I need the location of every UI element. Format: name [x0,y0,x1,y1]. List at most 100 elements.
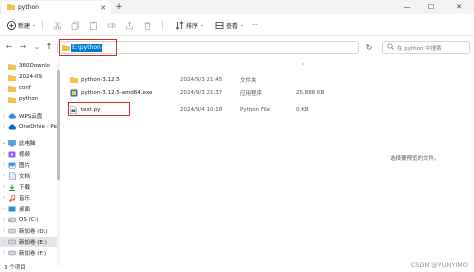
sidebar-chevron[interactable]: › [0,184,8,190]
sidebar-item-label: 2024-09 [19,74,42,80]
view-button[interactable]: 查看 ⌄ [214,18,244,32]
up-arrow-icon[interactable]: ↑ [44,41,54,53]
sidebar-chevron[interactable]: › [0,195,8,201]
folder-icon [70,74,78,85]
toolbar-divider [42,20,43,30]
sidebar-chevron[interactable]: › [0,151,8,157]
sidebar-item-label: 文档 [19,174,31,180]
file-type: 应用程序 [240,90,263,97]
minimize-button[interactable]: — [396,0,418,14]
view-button-label: 查看 [226,22,239,30]
drive-icon [8,250,16,257]
highlight-box-address [59,39,117,56]
close-window-button[interactable]: ✕ [448,0,470,14]
new-button-label: 新建 [18,22,31,30]
sidebar-item-360downlo[interactable]: 360Downlo [0,61,57,71]
copy-button[interactable] [70,18,80,32]
sidebar-chevron[interactable]: › [0,228,8,234]
sidebar-item-this-pc[interactable]: ⌄ 此电脑 [0,138,57,148]
sidebar-item-label: 音乐 [19,196,31,202]
item-count: 3 个项目 [4,265,26,271]
drive-icon [8,217,16,224]
sidebar-chevron[interactable]: › [0,206,8,212]
sidebar-item-onedrive[interactable]: › OneDrive - Pe [0,122,57,132]
sidebar-item-downloads[interactable]: › 下载 [0,182,57,192]
computer-icon [8,139,16,147]
music-icon [8,194,16,202]
sidebar-item-drive-e[interactable]: › 新加卷 (E:) [0,237,57,247]
sidebar-item-label: 图片 [19,163,31,169]
sidebar-item-music[interactable]: › 音乐 [0,193,57,203]
title-bar: python ✕ + — ☐ ✕ [0,0,474,14]
share-button[interactable] [124,18,134,32]
refresh-icon[interactable]: ↻ [364,42,374,53]
command-bar: 新建 ⌄ 排序 ⌄ 查看 ⌄ ··· [0,14,474,36]
picture-icon [8,162,16,169]
drive-icon [8,239,16,246]
table-row[interactable]: python-3.12.5 2024/9/3 21:45 文件夹 [68,74,368,85]
paste-icon [88,20,98,30]
file-date: 2024/9/3 21:37 [180,89,223,96]
watermark-text: CSDN @YUNYIMO [410,261,468,269]
sidebar-item-2024-09[interactable]: 2024-09 [0,72,57,82]
sort-button[interactable]: 排序 ⌄ [174,18,204,32]
sidebar-chevron[interactable]: › [0,250,8,256]
sidebar-item-label: 视频 [19,152,31,158]
maximize-button[interactable]: ☐ [420,0,442,14]
sidebar-item-drive-f[interactable]: › 新加卷 (F:) [0,248,57,258]
sidebar-chevron[interactable]: › [0,239,8,245]
sidebar-item-desktop[interactable]: › 桌面 [0,204,57,214]
search-box[interactable]: 在 python 中搜索 [382,41,470,54]
sidebar-item-label: WPS云盘 [19,114,43,120]
toolbar-divider [162,20,163,30]
sidebar-item-conf[interactable]: conf [0,83,57,93]
sort-up-chevron-icon[interactable]: ⌃ [301,60,305,71]
sidebar-item-wps-cloud[interactable]: › WPS云盘 [0,111,57,121]
paste-button[interactable] [88,18,98,32]
trash-icon [142,20,152,30]
sort-button-label: 排序 [186,22,199,30]
sidebar-item-pictures[interactable]: › 图片 [0,160,57,170]
sidebar-item-python[interactable]: python [0,94,57,104]
table-row[interactable]: python-3.12.5-amd64.exe 2024/9/3 21:37 应… [68,87,368,98]
rename-button[interactable] [106,18,116,32]
delete-button[interactable] [142,18,152,32]
tab-close-icon[interactable]: ✕ [100,4,106,12]
sidebar-item-label: OneDrive - Pe [19,124,57,130]
sidebar-chevron[interactable]: › [0,217,8,223]
search-icon [387,43,394,52]
sidebar-item-label: conf [19,85,31,91]
sidebar-chevron[interactable]: ⌄ [0,140,8,146]
sidebar-item-drive-d[interactable]: › 新加卷 (D:) [0,226,57,236]
folder-icon [8,96,16,103]
tab-title: python [18,4,39,11]
sidebar-item-label: python [19,96,39,102]
sidebar-item-label: 360Downlo [19,63,50,69]
new-tab-button[interactable]: + [114,2,124,12]
new-button[interactable]: 新建 ⌄ [6,18,36,32]
back-arrow-icon[interactable]: ← [4,41,14,53]
video-icon [8,151,16,158]
sidebar-item-documents[interactable]: › 文档 [0,171,57,181]
sidebar-item-label: 新加卷 (F:) [19,251,47,257]
preview-pane-message: 选择要预览的文件。 [390,156,440,162]
sidebar-item-drive-c[interactable]: › OS (C:) [0,215,57,225]
view-icon [214,20,224,30]
copy-icon [70,20,80,30]
sidebar-chevron[interactable]: › [0,124,8,130]
sidebar-chevron[interactable]: › [0,113,8,119]
recent-chevron-icon[interactable]: ⌄ [32,41,42,53]
more-options-button[interactable]: ··· [252,18,258,32]
sidebar-chevron[interactable]: › [0,162,8,168]
forward-arrow-icon[interactable]: → [18,41,28,53]
file-type: Python File [240,106,271,113]
sidebar-chevron[interactable]: › [0,173,8,179]
sidebar-item-label: 此电脑 [19,141,36,147]
cut-icon [52,20,62,30]
sidebar-item-videos[interactable]: › 视频 [0,149,57,159]
sidebar-item-label: 新加卷 (D:) [19,229,48,235]
file-type: 文件夹 [240,77,257,84]
tab-python[interactable]: python ✕ [2,1,110,14]
cut-button[interactable] [52,18,62,32]
folder-icon [8,63,16,70]
